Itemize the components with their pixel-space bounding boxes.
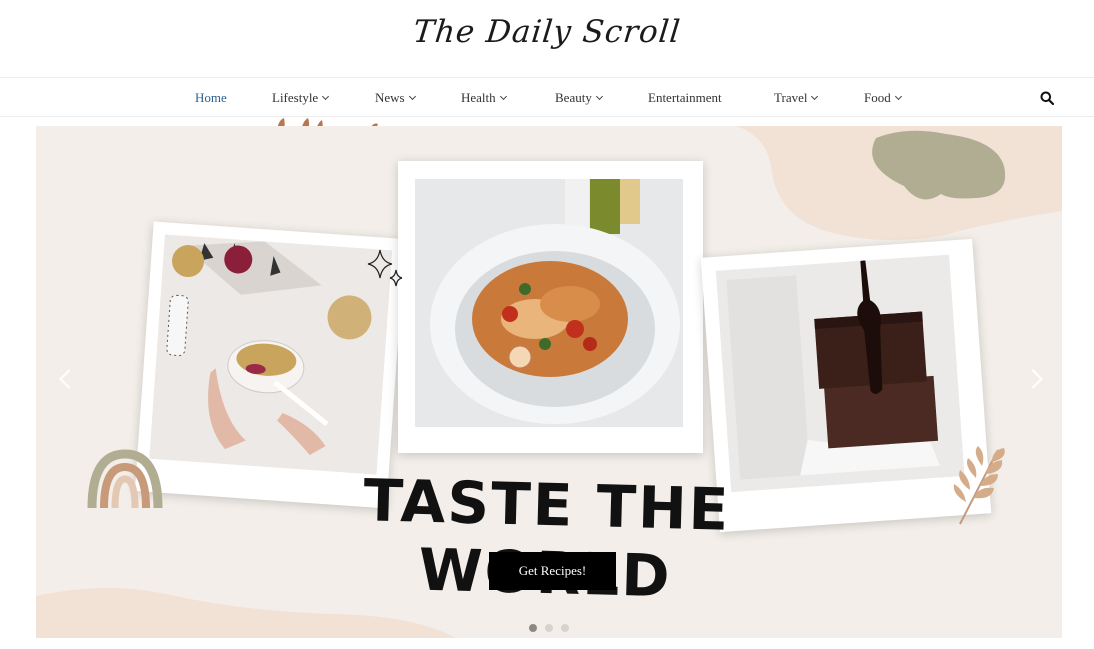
seafood-pasta-photo	[415, 179, 683, 427]
polaroid-seafood-pasta	[398, 161, 703, 453]
get-recipes-button[interactable]: Get Recipes!	[489, 552, 616, 590]
leaf-icon	[953, 446, 1005, 525]
chevron-down-icon	[811, 92, 819, 101]
hero-headline: TASTE THE WORLD	[362, 466, 732, 610]
nav-item-label: Home	[195, 90, 227, 105]
site-header: The Daily Scroll	[0, 0, 1094, 77]
slider-dot-1[interactable]	[529, 624, 537, 632]
nav-item-label: Lifestyle	[272, 90, 319, 105]
chevron-down-icon	[499, 92, 507, 101]
nav-item-label: Food	[864, 90, 891, 105]
nav-item-label: Travel	[774, 90, 808, 105]
main-nav: Home Lifestyle News Health Beauty Entert…	[0, 77, 1094, 117]
chevron-down-icon	[595, 92, 603, 101]
search-icon[interactable]	[1040, 91, 1054, 105]
chevron-down-icon	[894, 92, 902, 101]
nav-item-entertainment[interactable]: Entertainment	[648, 78, 722, 118]
rainbow-icon	[87, 449, 163, 509]
nav-item-food[interactable]: Food	[864, 78, 902, 118]
sparkle-icon	[367, 249, 403, 287]
hero-slider: TASTE THE WORLD Get Recipes!	[36, 126, 1062, 638]
nav-item-beauty[interactable]: Beauty	[555, 78, 603, 118]
nav-item-label: Beauty	[555, 90, 592, 105]
nav-item-label: Entertainment	[648, 90, 722, 105]
nav-item-label: News	[375, 90, 405, 105]
slider-pagination	[529, 617, 577, 632]
nav-item-news[interactable]: News	[375, 78, 416, 118]
smoothie-bowl-photo	[149, 234, 393, 475]
nav-item-travel[interactable]: Travel	[774, 78, 819, 118]
nav-item-lifestyle[interactable]: Lifestyle	[272, 78, 330, 118]
site-logo[interactable]: The Daily Scroll	[0, 14, 1094, 50]
slider-dot-3[interactable]	[561, 624, 569, 632]
nav-item-label: Health	[461, 90, 496, 105]
chevron-down-icon	[322, 92, 330, 101]
nav-item-health[interactable]: Health	[461, 78, 507, 118]
chevron-down-icon	[408, 92, 416, 101]
nav-item-home[interactable]: Home	[195, 78, 227, 118]
slider-dot-2[interactable]	[545, 624, 553, 632]
chocolate-cake-photo	[715, 254, 965, 493]
